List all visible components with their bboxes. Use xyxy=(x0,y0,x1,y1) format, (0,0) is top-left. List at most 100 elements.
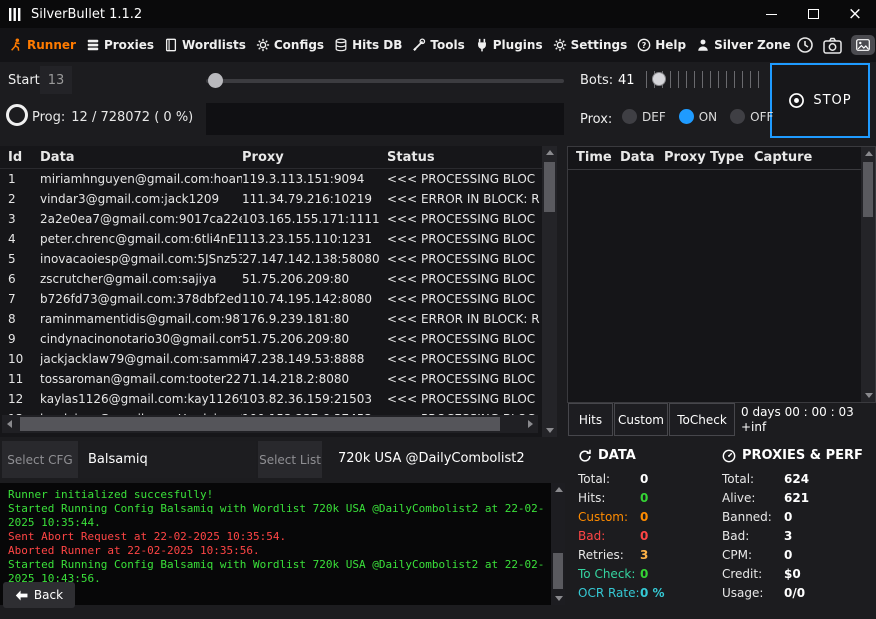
table-row[interactable]: 6 zscrutcher@gmail.com:sajiya 51.75.206.20… xyxy=(0,269,557,289)
start-slider[interactable] xyxy=(206,73,564,88)
tab-tools[interactable]: Tools xyxy=(407,28,469,62)
nav-right-icons xyxy=(796,35,876,55)
start-input[interactable]: 13 xyxy=(40,66,72,94)
col-proxy: Proxy xyxy=(242,149,284,165)
tab-hits-db[interactable]: Hits DB xyxy=(329,28,407,62)
tab-custom[interactable]: Custom xyxy=(614,403,668,436)
proxy-mode-off[interactable]: OFF xyxy=(730,109,773,124)
prog-label: Prog: xyxy=(32,110,66,125)
scroll-up-icon[interactable] xyxy=(865,151,873,156)
jobs-table-body: 1 miriamhnguyen@gmail.com:hoang! 119.3.113… xyxy=(0,169,557,429)
table-row[interactable]: 10 jackjacklaw79@gmail.com:sammie2 47.238.… xyxy=(0,349,557,369)
results-header: Time Data Proxy Type Capture xyxy=(568,147,875,170)
table-row[interactable]: 2 vindar3@gmail.com:jack1209 111.34.79.216… xyxy=(0,189,557,209)
stat-row: Total: 0 xyxy=(578,472,649,486)
scroll-up-icon[interactable] xyxy=(546,150,554,155)
proxy-stats-header: PROXIES & PERF xyxy=(722,448,872,463)
tab-runner[interactable]: Runner xyxy=(4,28,81,62)
table-row[interactable]: 1 miriamhnguyen@gmail.com:hoang! 119.3.113… xyxy=(0,169,557,189)
stat-row: Bad: 3 xyxy=(722,529,793,543)
tools-icon xyxy=(413,38,426,52)
jobs-hscroll-thumb[interactable] xyxy=(20,417,500,431)
stat-row: Credit: $0 xyxy=(722,567,801,581)
scroll-up-icon[interactable] xyxy=(555,487,563,492)
proxy-mode-on[interactable]: ON xyxy=(678,109,717,124)
results-vscrollbar[interactable] xyxy=(861,147,875,402)
radio-on-icon xyxy=(678,109,694,124)
select-list-button[interactable]: Select List xyxy=(258,441,322,478)
tab-settings[interactable]: Settings xyxy=(548,28,633,62)
config-name-field[interactable]: Balsamiq xyxy=(80,441,256,478)
table-row[interactable]: 9 cindynacinonotario30@gmail.com:r 51.75.2… xyxy=(0,329,557,349)
silverzone-icon xyxy=(698,39,708,51)
hitsdb-icon xyxy=(335,38,347,52)
scroll-down-icon[interactable] xyxy=(555,596,563,601)
tab-wordlists[interactable]: Wordlists xyxy=(159,28,251,62)
close-icon[interactable]: × xyxy=(834,0,876,28)
col-time: Time xyxy=(576,150,612,165)
proxy-mode-group: DEF ON OFF xyxy=(622,109,773,124)
table-row[interactable]: 3 2a2e0ea7@gmail.com:9017ca22e0 103.165.15… xyxy=(0,209,557,229)
jobs-vscroll-thumb[interactable] xyxy=(544,162,555,212)
data-stats-header: DATA xyxy=(578,448,720,463)
gallery-icon[interactable] xyxy=(850,35,875,55)
stat-row: Usage: 0/0 xyxy=(722,586,806,600)
proxy-stats-panel: PROXIES & PERF Total: 624 Alive: 621 Banned:… xyxy=(722,448,872,603)
table-row[interactable]: 7 b726fd73@gmail.com:378dbf2edb 110.74.195… xyxy=(0,289,557,309)
table-row[interactable]: 5 inovacaoiesp@gmail.com:5JSnz53N 27.147.1… xyxy=(0,249,557,269)
app-logo-icon xyxy=(8,7,24,22)
tab-hits[interactable]: Hits xyxy=(568,403,613,436)
stop-icon xyxy=(789,93,805,108)
refresh-icon xyxy=(579,449,591,462)
tab-plugins[interactable]: Plugins xyxy=(470,28,548,62)
runner-icon xyxy=(11,38,20,51)
data-stats-panel: DATA Total: 0 Hits: 0 Custom: 0 Bad: 0 Retries: 3… xyxy=(578,448,720,603)
col-status: Status xyxy=(387,149,435,165)
table-row[interactable]: 11 tossaroman@gmail.com:tooter22 71.14.218… xyxy=(0,369,557,389)
log-line: Runner initialized succesfully! xyxy=(8,488,214,501)
scroll-down-icon[interactable] xyxy=(865,393,873,398)
table-row[interactable]: 4 peter.chrenc@gmail.com:6tli4nE1 113.23.1… xyxy=(0,229,557,249)
bots-slider-thumb[interactable] xyxy=(652,72,666,86)
tab-tocheck[interactable]: ToCheck xyxy=(669,403,735,436)
maximize-icon[interactable] xyxy=(792,0,834,28)
scroll-left-icon[interactable] xyxy=(7,420,12,428)
start-slider-thumb[interactable] xyxy=(208,73,223,88)
data-stats-rows: Total: 0 Hits: 0 Custom: 0 Bad: 0 Retries: 3 To Ch… xyxy=(578,470,720,603)
log-area: Runner initialized succesfully! Started R… xyxy=(0,483,565,605)
table-row[interactable]: 12 kaylas1126@gmail.com:kay112699 103.82.3… xyxy=(0,389,557,409)
log-vscroll-thumb[interactable] xyxy=(553,553,563,589)
log-line: Sent Abort Request at 22-02-2025 10:35:5… xyxy=(8,530,287,543)
stat-row: CPM: 0 xyxy=(722,548,793,562)
progress-text: Prog: 12 / 728072 ( 0 %) xyxy=(32,110,193,125)
stop-button[interactable]: STOP xyxy=(770,63,870,138)
stat-row: Alive: 621 xyxy=(722,491,810,505)
table-row[interactable]: 8 raminmamentidis@gmail.com:9876 176.9.239… xyxy=(0,309,557,329)
back-button[interactable]: Back xyxy=(3,582,75,608)
wordlists-icon xyxy=(166,38,177,52)
proxy-mode-def[interactable]: DEF xyxy=(622,109,666,124)
minimize-icon[interactable] xyxy=(750,0,792,28)
tab-proxies[interactable]: Proxies xyxy=(81,28,159,62)
col-type: Type xyxy=(710,150,744,165)
wordlist-name: 720k USA @DailyCombolist2 xyxy=(338,451,525,466)
tab-help[interactable]: ? Help xyxy=(632,28,691,62)
results-vscroll-thumb[interactable] xyxy=(863,162,873,217)
tab-configs[interactable]: Configs xyxy=(251,28,329,62)
tab-silver-zone[interactable]: Silver Zone xyxy=(691,28,796,62)
help-icon: ? xyxy=(637,38,651,52)
start-label: Start: xyxy=(8,73,45,88)
bots-slider[interactable] xyxy=(646,71,764,88)
jobs-hscrollbar[interactable] xyxy=(2,415,538,433)
scroll-right-icon[interactable] xyxy=(528,420,533,428)
window-controls: × xyxy=(750,0,876,28)
log-line: Aborted Runner at 22-02-2025 10:35:56. xyxy=(8,544,260,557)
plugins-icon xyxy=(477,38,486,52)
history-icon[interactable] xyxy=(796,36,814,54)
jobs-vscrollbar[interactable] xyxy=(542,146,557,437)
log-vscrollbar[interactable] xyxy=(551,483,565,605)
scroll-down-icon[interactable] xyxy=(546,428,554,433)
select-config-button[interactable]: Select CFG xyxy=(2,441,78,478)
camera-icon[interactable] xyxy=(822,37,842,54)
jobs-table-header: Id Data Proxy Status xyxy=(0,146,557,169)
